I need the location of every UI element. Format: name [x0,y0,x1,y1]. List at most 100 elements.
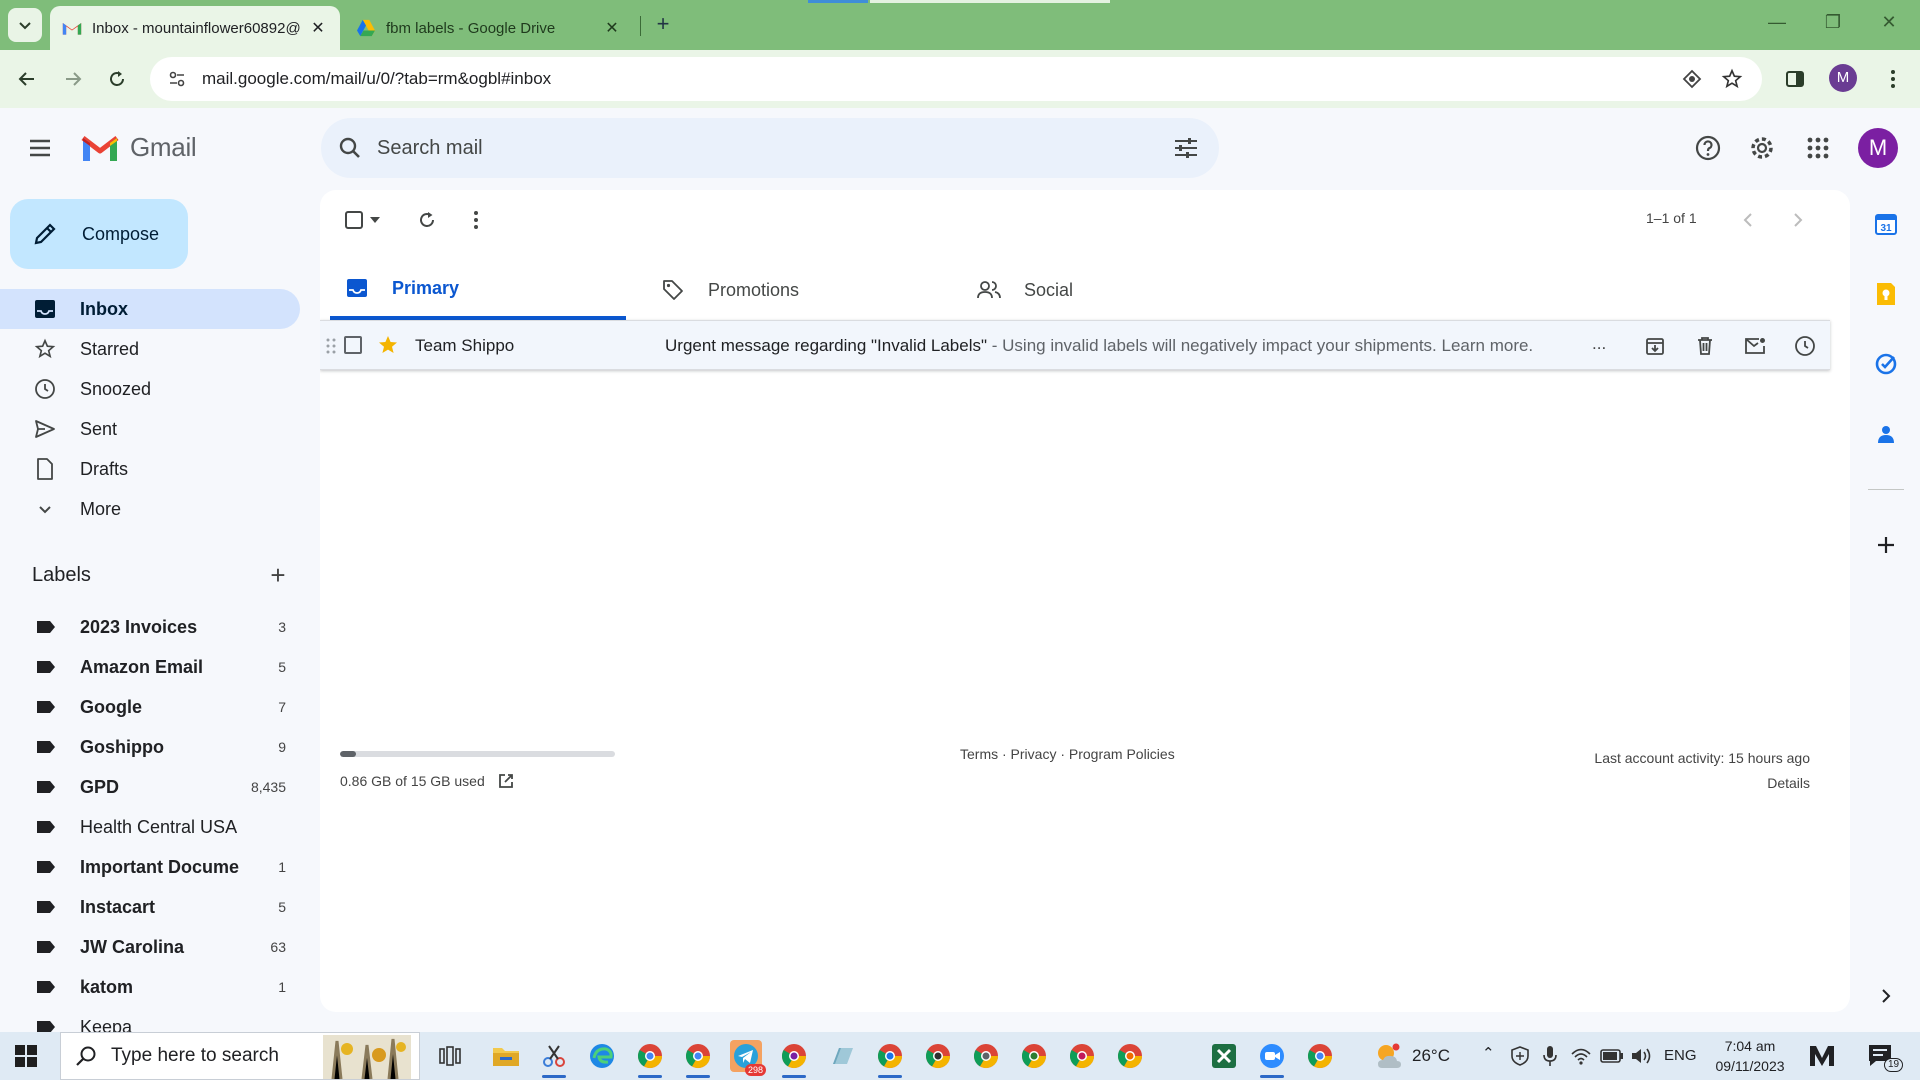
windows-start-icon[interactable] [14,1044,38,1068]
taskbar-chrome-profile-3[interactable] [778,1040,810,1078]
sidebar-item-starred[interactable]: Starred [0,329,300,369]
label-item[interactable]: Google 7 [0,687,300,727]
google-calendar-button[interactable]: 31 [1872,210,1900,238]
site-info-icon[interactable] [166,68,188,90]
label-item[interactable]: Instacart 5 [0,887,300,927]
tab-search-button[interactable] [8,8,42,42]
task-view-button[interactable] [434,1040,466,1072]
battery-icon[interactable] [1600,1048,1624,1064]
delete-button[interactable] [1692,333,1718,359]
star-icon[interactable] [376,333,400,357]
restore-button[interactable]: ❐ [1818,12,1848,33]
close-icon[interactable]: ✕ [602,18,622,38]
sidebar-item-drafts[interactable]: Drafts [0,449,300,489]
row-checkbox[interactable] [344,336,362,354]
taskbar-snipping-tool[interactable] [538,1040,570,1078]
address-bar[interactable]: mail.google.com/mail/u/0/?tab=rm&ogbl#in… [150,57,1762,101]
google-apps-button[interactable] [1800,130,1836,166]
label-item[interactable]: Health Central USA [0,807,300,847]
drag-handle-icon[interactable] [326,338,336,354]
show-side-panel-button[interactable] [1872,982,1900,1010]
select-menu-button[interactable] [366,206,384,234]
taskbar-zoom[interactable] [1256,1040,1288,1078]
snooze-button[interactable] [1792,333,1818,359]
label-item[interactable]: GPD 8,435 [0,767,300,807]
label-item[interactable]: Important Docume... 1 [0,847,300,887]
taskbar-chrome-profile-4[interactable] [874,1040,906,1078]
browser-menu-button[interactable] [1878,64,1908,94]
taskbar-telegram[interactable]: 298 [730,1040,766,1076]
taskbar-excel[interactable] [1208,1040,1240,1072]
main-menu-button[interactable] [26,134,54,162]
get-addons-button[interactable] [1872,531,1900,559]
compose-button[interactable]: Compose [10,199,188,269]
google-contacts-button[interactable] [1872,420,1900,448]
taskbar-chrome-profile-2[interactable] [682,1040,714,1078]
more-actions-button[interactable] [462,206,490,234]
microphone-icon[interactable] [1542,1045,1558,1067]
taskbar-chrome-profile-1[interactable] [634,1040,666,1078]
label-item[interactable]: katom 1 [0,967,300,1007]
taskbar-file-explorer[interactable] [490,1040,522,1072]
bookmark-star-icon[interactable] [1720,67,1744,91]
taskbar-chrome-profile-8[interactable] [1066,1040,1098,1072]
footer-links[interactable]: Terms · Privacy · Program Policies [960,746,1175,762]
gmail-logo[interactable]: Gmail [80,132,197,163]
taskbar-app-drive[interactable] [826,1040,858,1072]
sidebar-item-more[interactable]: More [0,489,300,529]
security-icon[interactable] [1510,1046,1530,1066]
sidebar-item-inbox[interactable]: Inbox [0,289,300,329]
search-bar[interactable] [321,118,1219,178]
window-close-button[interactable]: ✕ [1874,12,1904,33]
table-row[interactable]: Team Shippo Urgent message regarding "In… [320,320,1830,370]
tray-expand-icon[interactable]: ⌃ [1482,1044,1495,1062]
taskbar-search[interactable]: Type here to search [60,1032,420,1080]
minimize-button[interactable]: — [1762,12,1792,33]
refresh-button[interactable] [413,206,441,234]
tab-gmail-inbox[interactable]: Inbox - mountainflower60892@ ✕ [50,6,340,50]
taskbar-chrome-profile-6[interactable] [970,1040,1002,1072]
label-item[interactable]: 2023 Invoices 3 [0,607,300,647]
reload-button[interactable] [102,64,132,94]
create-label-button[interactable]: + [266,562,290,588]
close-icon[interactable]: ✕ [308,18,328,38]
tab-primary[interactable]: Primary [330,260,626,320]
volume-icon[interactable] [1630,1046,1652,1066]
browser-profile-avatar[interactable]: M [1829,64,1857,92]
sidebar-item-snoozed[interactable]: Snoozed [0,369,300,409]
side-panel-button[interactable] [1780,64,1810,94]
google-keep-button[interactable] [1872,280,1900,308]
sidebar-item-sent[interactable]: Sent [0,409,300,449]
mark-unread-button[interactable] [1742,333,1768,359]
taskbar-chrome-profile-7[interactable] [1018,1040,1050,1072]
select-all-checkbox[interactable] [340,206,368,234]
extension-icon[interactable] [1680,67,1704,91]
label-item[interactable]: Goshippo 9 [0,727,300,767]
forward-button[interactable] [58,64,88,94]
new-tab-button[interactable]: + [650,12,676,38]
older-page-button[interactable] [1784,206,1812,234]
settings-button[interactable] [1744,130,1780,166]
newer-page-button[interactable] [1734,206,1762,234]
taskbar-chrome-profile-5[interactable] [922,1040,954,1072]
open-external-icon[interactable] [497,772,515,790]
weather-icon[interactable] [1374,1042,1404,1070]
tab-promotions[interactable]: Promotions [646,260,942,320]
taskbar-chrome-main[interactable] [1304,1040,1336,1072]
archive-button[interactable] [1642,333,1668,359]
search-icon[interactable] [337,135,363,161]
taskbar-edge[interactable] [586,1040,618,1072]
google-tasks-button[interactable] [1872,350,1900,378]
search-options-icon[interactable] [1173,136,1199,160]
wifi-icon[interactable] [1570,1046,1592,1066]
account-avatar[interactable]: M [1858,128,1898,168]
back-button[interactable] [12,64,42,94]
activity-details-link[interactable]: Details [1594,771,1810,796]
taskbar-chrome-profile-9[interactable] [1114,1040,1146,1072]
tab-social[interactable]: Social [962,260,1258,320]
label-item[interactable]: JW Carolina 63 [0,927,300,967]
taskbar-clock[interactable]: 7:04 am 09/11/2023 [1700,1036,1800,1076]
search-input[interactable] [377,136,1173,160]
label-item[interactable]: Amazon Email 5 [0,647,300,687]
input-language[interactable]: ENG [1664,1047,1697,1064]
